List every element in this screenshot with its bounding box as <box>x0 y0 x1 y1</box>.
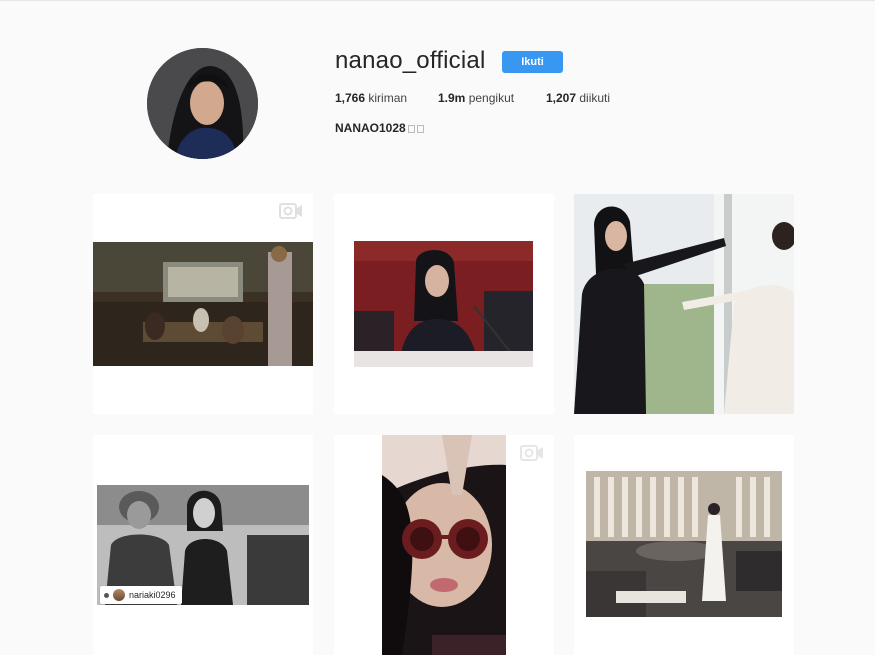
tag-dot-icon <box>104 592 109 598</box>
stat-followers[interactable]: 1.9m pengikut <box>438 91 514 105</box>
post-tile[interactable] <box>334 435 554 655</box>
posts-count: 1,766 <box>335 91 366 105</box>
post-image <box>354 241 533 367</box>
post-tile[interactable] <box>574 435 794 655</box>
user-tag-chip[interactable]: nariaki0296 <box>100 586 182 604</box>
post-tile[interactable] <box>93 194 313 414</box>
tagged-username: nariaki0296 <box>129 590 176 600</box>
post-image <box>93 242 313 366</box>
following-label: diikuti <box>579 91 611 105</box>
follow-button[interactable]: Ikuti <box>502 51 563 73</box>
post-image <box>382 435 506 655</box>
video-camera-icon <box>279 202 303 220</box>
following-count: 1,207 <box>546 91 577 105</box>
post-image <box>574 194 794 414</box>
posts-label: kiriman <box>368 91 408 105</box>
followers-label: pengikut <box>468 91 515 105</box>
post-image <box>586 471 782 617</box>
full-name-text: NANAO1028 <box>335 121 406 135</box>
followers-count: 1.9m <box>438 91 466 105</box>
post-tile[interactable] <box>334 194 554 414</box>
unknown-glyph-icon <box>407 124 415 133</box>
profile-username: nanao_official <box>335 47 486 74</box>
post-tile[interactable] <box>574 194 794 414</box>
stat-following[interactable]: 1,207 diikuti <box>546 91 610 105</box>
unknown-glyph-icon <box>416 124 424 133</box>
profile-full-name: NANAO1028 <box>335 121 424 135</box>
video-camera-icon <box>520 444 544 462</box>
post-tile[interactable] <box>93 435 313 655</box>
tagged-user-avatar <box>113 589 125 601</box>
stat-posts: 1,766 kiriman <box>335 91 407 105</box>
top-divider <box>0 0 875 1</box>
profile-avatar[interactable] <box>147 48 258 159</box>
